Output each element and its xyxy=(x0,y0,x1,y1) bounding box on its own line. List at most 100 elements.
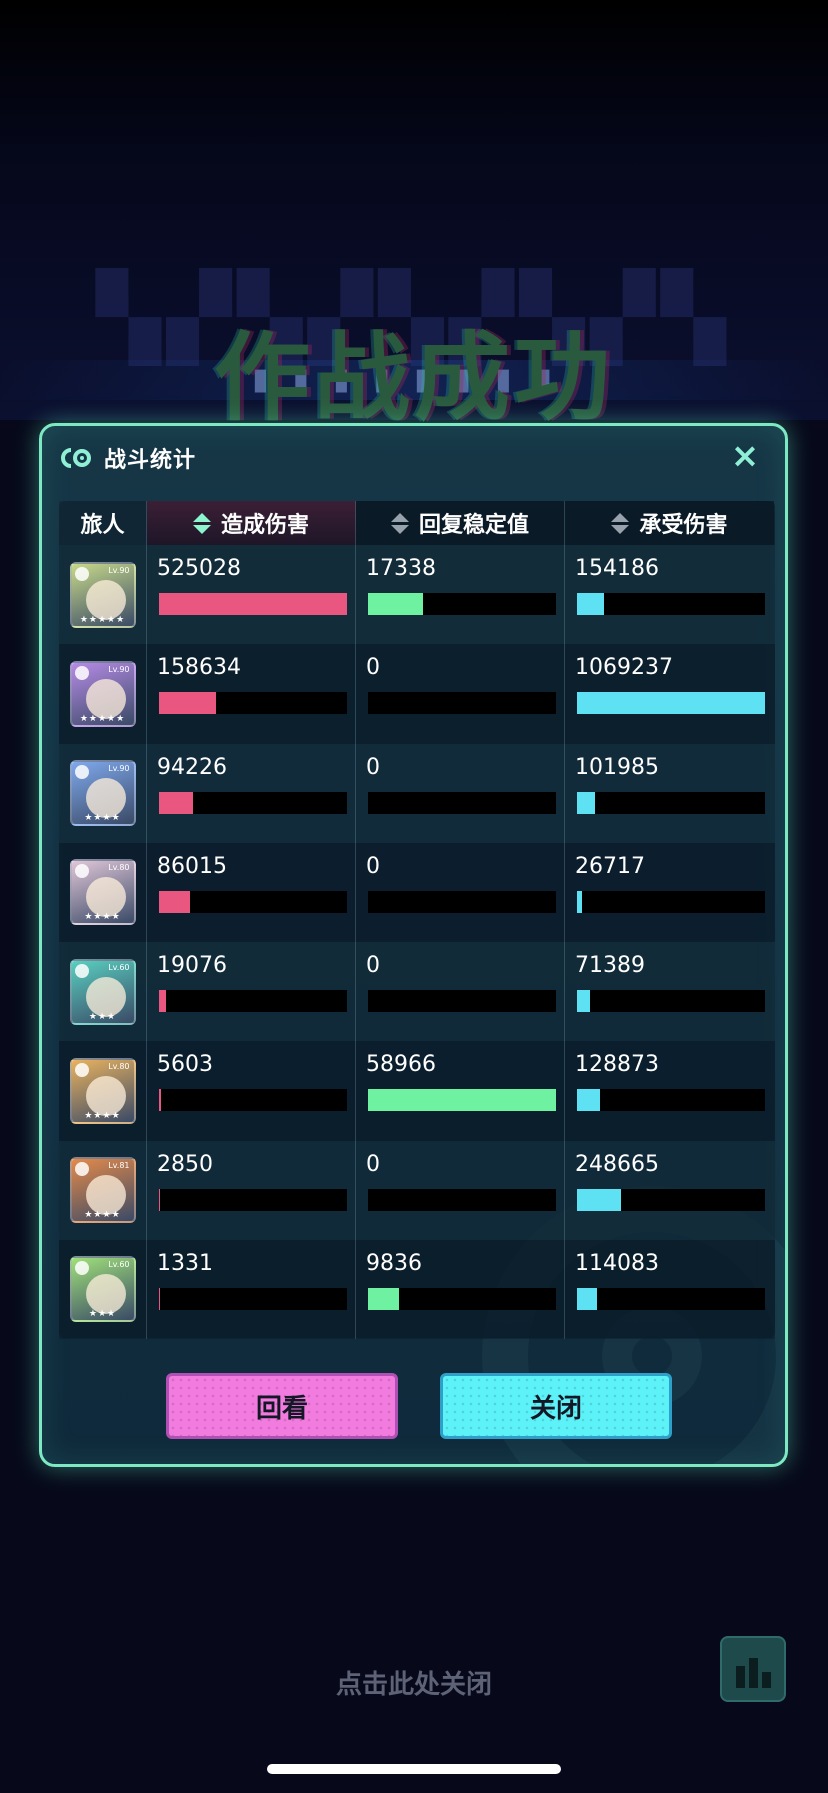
taken-bar-fill xyxy=(577,1188,621,1211)
damage-bar-fill xyxy=(159,593,347,615)
column-header-heal[interactable]: 回复稳定值 xyxy=(356,501,565,545)
table-row: Lv.80 ★★★★ 5603 58966 128873 xyxy=(59,1041,775,1141)
heal-cell: 0 xyxy=(356,743,565,843)
level-label: Lv.80 xyxy=(108,863,130,873)
taken-bar xyxy=(577,791,765,814)
heal-cell: 0 xyxy=(356,644,565,744)
close-icon[interactable]: × xyxy=(729,439,761,473)
damage-bar-fill xyxy=(159,1089,162,1112)
table-row: Lv.90 ★★★★★ 525028 17338 154186 xyxy=(59,545,775,645)
sort-icon xyxy=(192,512,211,534)
traveler-cell: Lv.90 ★★★★ xyxy=(59,743,147,843)
damage-bar-fill xyxy=(159,1287,160,1310)
column-header-traveler: 旅人 xyxy=(59,501,147,545)
element-icon xyxy=(74,765,89,780)
tap-to-close-hint[interactable]: 点击此处关闭 xyxy=(0,1664,828,1701)
taken-cell: 128873 xyxy=(565,1041,774,1140)
damage-value: 5603 xyxy=(157,1052,213,1078)
traveler-avatar[interactable]: Lv.81 ★★★★ xyxy=(69,1157,136,1224)
traveler-cell: Lv.90 ★★★★★ xyxy=(59,644,147,744)
taken-bar-fill xyxy=(577,1287,598,1310)
heal-cell: 9836 xyxy=(356,1239,565,1339)
taken-cell: 1069237 xyxy=(565,644,774,743)
taken-cell: 101985 xyxy=(565,744,774,843)
heal-bar xyxy=(368,791,556,814)
damage-bar xyxy=(159,791,347,814)
taken-value: 154186 xyxy=(575,556,659,581)
traveler-avatar[interactable]: Lv.90 ★★★★ xyxy=(69,760,136,827)
table-body: Lv.90 ★★★★★ 525028 17338 154186 Lv.90 ★★★★★ 158… xyxy=(59,545,775,1339)
heal-value: 0 xyxy=(366,655,380,681)
game-logo-icon xyxy=(61,448,91,468)
traveler-avatar[interactable]: Lv.90 ★★★★★ xyxy=(69,660,136,727)
character-portrait xyxy=(85,579,126,620)
damage-value: 19076 xyxy=(157,953,227,978)
table-header: 旅人 造成伤害 回复稳定值 承受伤害 xyxy=(59,501,775,545)
element-icon xyxy=(74,864,89,879)
traveler-avatar[interactable]: Lv.60 ★★★ xyxy=(69,958,136,1025)
heal-value: 0 xyxy=(366,1151,380,1177)
damage-bar-fill xyxy=(159,890,190,913)
bar-chart-icon[interactable] xyxy=(720,1636,786,1702)
home-indicator[interactable] xyxy=(267,1764,561,1774)
damage-bar xyxy=(159,1188,347,1211)
damage-value: 525028 xyxy=(157,556,241,581)
element-icon xyxy=(74,566,89,581)
heal-cell: 0 xyxy=(356,842,565,942)
traveler-avatar[interactable]: Lv.60 ★★★ xyxy=(69,1256,136,1323)
character-portrait xyxy=(85,976,126,1017)
damage-bar xyxy=(159,990,347,1012)
column-header-label: 造成伤害 xyxy=(220,513,309,538)
damage-bar xyxy=(159,692,347,715)
column-header-label: 承受伤害 xyxy=(639,513,728,538)
traveler-avatar[interactable]: Lv.80 ★★★★ xyxy=(69,859,136,926)
damage-cell: 5603 xyxy=(147,1041,356,1141)
taken-bar xyxy=(577,692,765,715)
heal-cell: 0 xyxy=(356,942,565,1042)
heal-cell: 17338 xyxy=(356,545,565,645)
damage-cell: 94226 xyxy=(147,743,356,843)
damage-cell: 19076 xyxy=(147,942,356,1042)
taken-cell: 248665 xyxy=(565,1141,774,1240)
column-header-damage[interactable]: 造成伤害 xyxy=(147,501,356,545)
panel-title: 战斗统计 xyxy=(104,448,197,473)
replay-button[interactable]: 回看 xyxy=(166,1373,398,1439)
star-rating: ★★★★ xyxy=(84,813,121,824)
taken-bar-fill xyxy=(577,791,595,814)
taken-cell: 154186 xyxy=(565,545,774,644)
traveler-cell: Lv.90 ★★★★★ xyxy=(59,545,147,645)
heal-bar xyxy=(368,1188,556,1211)
table-row: Lv.81 ★★★★ 2850 0 248665 xyxy=(59,1140,775,1240)
character-portrait xyxy=(85,1175,126,1216)
element-icon xyxy=(74,963,89,978)
heal-bar-fill xyxy=(368,593,424,615)
heal-value: 58966 xyxy=(366,1052,436,1078)
traveler-avatar[interactable]: Lv.80 ★★★★ xyxy=(69,1057,136,1124)
heal-value: 17338 xyxy=(366,556,436,581)
element-icon xyxy=(74,1162,89,1177)
panel-header: 战斗统计 × xyxy=(42,426,785,490)
damage-value: 2850 xyxy=(157,1151,213,1177)
character-portrait xyxy=(85,678,126,719)
column-header-label: 旅人 xyxy=(80,513,125,538)
taken-bar xyxy=(577,990,765,1012)
taken-bar-fill xyxy=(577,692,765,715)
traveler-avatar[interactable]: Lv.90 ★★★★★ xyxy=(69,561,136,628)
star-rating: ★★★★ xyxy=(84,1210,121,1221)
stats-table: 旅人 造成伤害 回复稳定值 承受伤害 Lv.90 ★★★★★ 525028 17338… xyxy=(59,501,775,1339)
heal-bar-fill xyxy=(368,1089,556,1112)
element-icon xyxy=(74,1261,89,1276)
character-portrait xyxy=(85,877,126,918)
column-header-taken[interactable]: 承受伤害 xyxy=(565,501,774,545)
heal-bar xyxy=(368,1287,556,1310)
damage-cell: 86015 xyxy=(147,842,356,942)
traveler-cell: Lv.60 ★★★ xyxy=(59,1239,147,1339)
traveler-cell: Lv.60 ★★★ xyxy=(59,942,147,1042)
sort-icon xyxy=(611,512,630,534)
star-rating: ★★★ xyxy=(88,1309,117,1320)
heal-cell: 58966 xyxy=(356,1041,565,1141)
close-button[interactable]: 关闭 xyxy=(440,1373,672,1439)
traveler-cell: Lv.80 ★★★★ xyxy=(59,1041,147,1141)
level-label: Lv.80 xyxy=(108,1061,130,1071)
damage-cell: 158634 xyxy=(147,644,356,744)
